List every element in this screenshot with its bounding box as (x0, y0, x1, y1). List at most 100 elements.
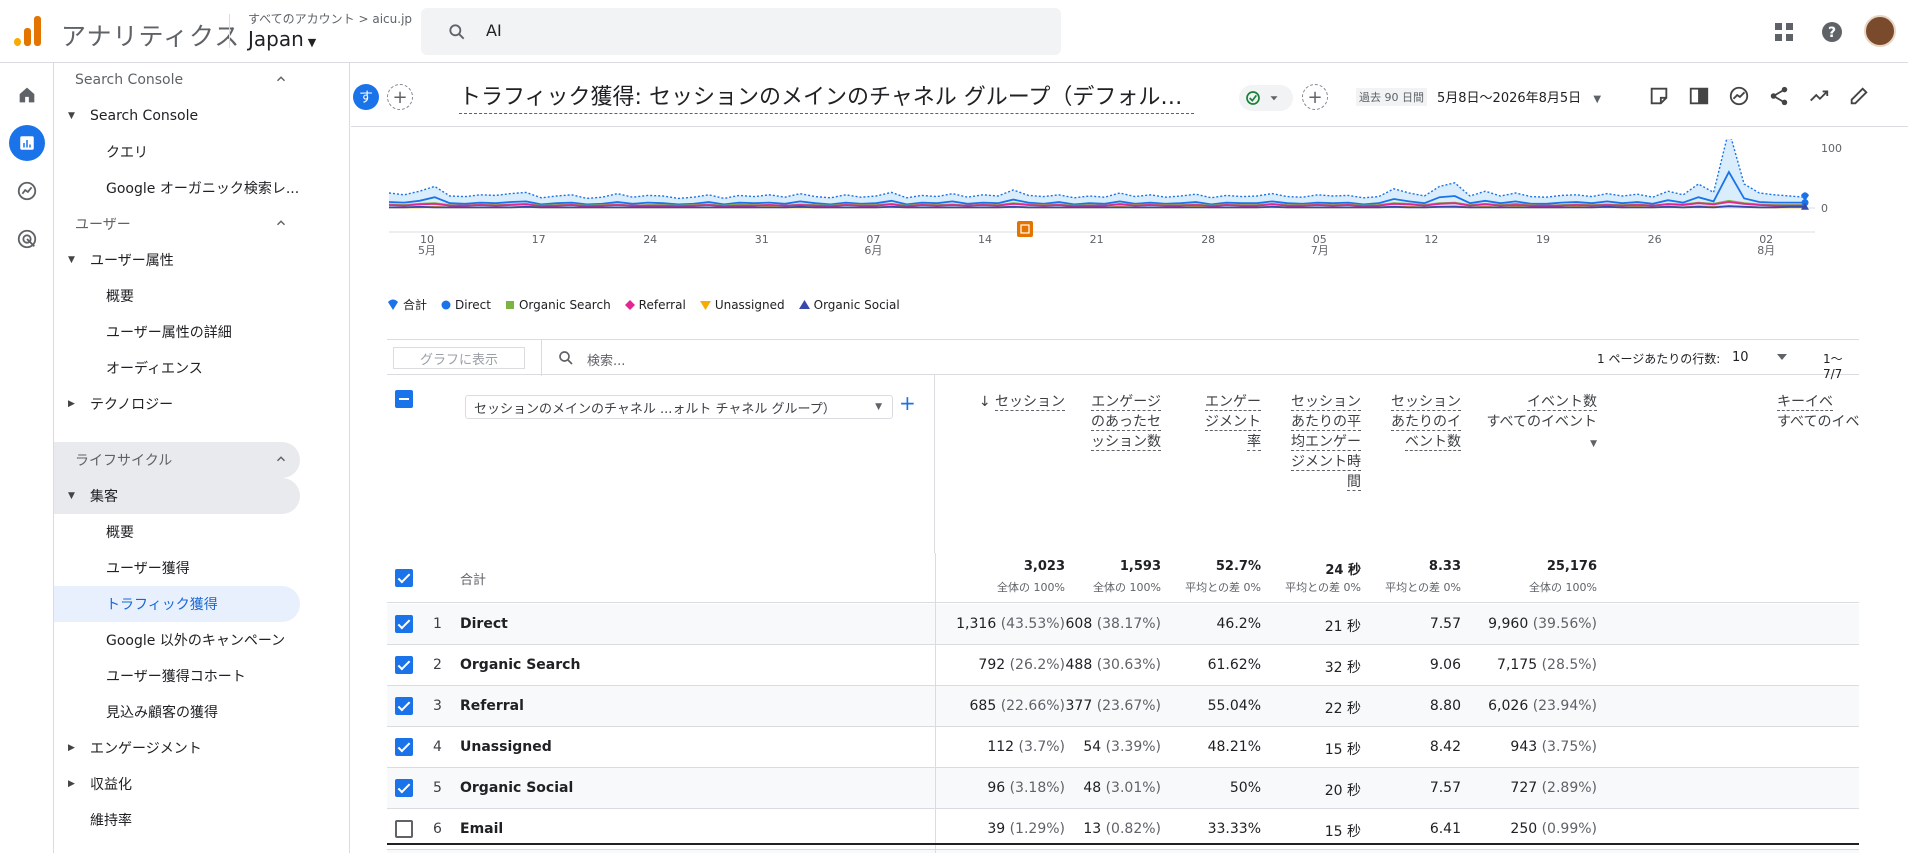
legend-item[interactable]: Organic Search (505, 296, 611, 313)
add-filter-button[interactable]: + (1302, 84, 1328, 110)
cell-value: 48.21% (1207, 739, 1261, 755)
edit-pencil-icon[interactable] (1848, 85, 1870, 107)
search-input[interactable]: AI (486, 21, 502, 40)
total-events: 25,176 (1546, 559, 1597, 574)
event-filter-select[interactable]: すべてのイベ (1777, 414, 1859, 430)
cell-percent: (23.67%) (1096, 698, 1161, 714)
comparison-chip[interactable]: す (353, 84, 379, 110)
property-selector[interactable]: Japan ▼ (248, 27, 316, 51)
row-channel-name[interactable]: Organic Social (460, 780, 573, 796)
row-channel-name[interactable]: Email (460, 821, 503, 837)
caret-down-icon[interactable] (1777, 354, 1787, 362)
home-icon[interactable] (9, 77, 45, 113)
nav-item-acquisition[interactable]: ▼ 集客 (54, 478, 300, 514)
col-header-events-per-session[interactable]: セッション あたりのイ ベント数 (1377, 392, 1461, 452)
report-status-dropdown[interactable] (1239, 85, 1293, 111)
nav-item-user-acquisition[interactable]: ユーザー獲得 (54, 550, 300, 586)
share-icon[interactable] (1768, 85, 1790, 107)
row-epers: 8.80 (1367, 698, 1461, 714)
nav-item-technology[interactable]: ▶ テクノロジー (54, 386, 300, 422)
compare-columns-icon[interactable] (1688, 85, 1710, 107)
y-tick-label: 100 (1821, 142, 1842, 155)
legend-item[interactable]: 合計 (387, 296, 427, 313)
row-checkbox[interactable] (395, 779, 413, 797)
nav-item-acq-overview[interactable]: 概要 (54, 514, 300, 550)
nav-item-retention[interactable]: 維持率 (54, 802, 300, 838)
legend-item[interactable]: Unassigned (699, 296, 785, 313)
totals-checkbox[interactable] (395, 569, 413, 587)
row-checkbox[interactable] (395, 738, 413, 756)
analytics-logo[interactable] (14, 16, 42, 46)
row-channel-name[interactable]: Direct (460, 616, 508, 632)
row-checkbox[interactable] (395, 615, 413, 633)
dimension-select[interactable]: セッションのメインのチャネル ...ォルト チャネル グループ） ▼ (465, 395, 893, 419)
nav-section-user[interactable]: ユーザー (54, 206, 300, 242)
nav-item-queries[interactable]: クエリ (54, 134, 300, 170)
nav-item-lead-acquisition[interactable]: 見込み顧客の獲得 (54, 694, 300, 730)
col-header-engagement-rate[interactable]: エンゲー ジメント率 (1177, 392, 1261, 452)
legend-item[interactable]: Referral (624, 296, 686, 313)
cell-value: 22 秒 (1324, 701, 1361, 717)
insights-icon[interactable] (1728, 85, 1750, 107)
row-events: 9,960 (39.56%) (1467, 616, 1597, 632)
help-icon[interactable]: ? (1820, 20, 1844, 44)
nav-item-overview[interactable]: 概要 (54, 278, 300, 314)
legend-item[interactable]: Direct (441, 296, 491, 313)
legend-item[interactable]: Organic Social (798, 296, 900, 313)
nav-item-user-attr-details[interactable]: ユーザー属性の詳細 (54, 314, 300, 350)
col-header-label: セッション (995, 394, 1065, 411)
table-row[interactable]: 4 Unassigned 112 (3.7%) 54 (3.39%) 48.21% 15 … (387, 727, 1859, 768)
nav-label: Google 以外のキャンペーン (106, 633, 286, 649)
plot-rows-button[interactable]: グラフに表示 (393, 347, 525, 369)
row-checkbox[interactable] (395, 820, 413, 838)
trend-icon[interactable] (1808, 85, 1830, 107)
row-time: 32 秒 (1267, 657, 1361, 677)
legend-marker-icon (798, 299, 810, 310)
table-row[interactable]: 3 Referral 685 (22.66%) 377 (23.67%) 55.04% 2… (387, 686, 1859, 727)
date-range-selector[interactable]: 5月8日～2026年8月5日 ▼ (1437, 87, 1601, 106)
expanded-triangle-icon: ▼ (68, 111, 75, 121)
col-header-engaged-sessions[interactable]: エンゲージ のあったセ ッション数 (1077, 392, 1161, 452)
x-tick-month: 5月 (418, 244, 436, 257)
avatar[interactable] (1864, 15, 1896, 47)
nav-section-search-console[interactable]: Search Console (54, 63, 300, 98)
add-comparison-button[interactable]: + (387, 84, 413, 110)
col-header-sessions[interactable]: ↓ セッション (953, 392, 1065, 412)
col-header-event-count[interactable]: イベント数 すべてのイベント ▼ (1477, 392, 1597, 454)
nav-item-google-organic[interactable]: Google オーガニック検索レ... (54, 170, 300, 206)
nav-item-user-acq-cohort[interactable]: ユーザー獲得コホート (54, 658, 300, 694)
table-row[interactable]: 2 Organic Search 792 (26.2%) 488 (30.63%) 61… (387, 645, 1859, 686)
row-channel-name[interactable]: Referral (460, 698, 524, 714)
col-header-key-events[interactable]: キーイベ すべてのイベ (1777, 392, 1859, 432)
nav-item-monetization[interactable]: ▶ 収益化 (54, 766, 300, 802)
nav-item-audiences[interactable]: オーディエンス (54, 350, 300, 386)
nav-item-traffic-acquisition[interactable]: トラフィック獲得 (54, 586, 300, 622)
add-dimension-button[interactable]: + (899, 391, 916, 415)
nav-item-search-console[interactable]: ▼ Search Console (54, 98, 300, 134)
search-bar[interactable]: AI (421, 8, 1061, 55)
event-filter-select[interactable]: すべてのイベント (1487, 414, 1597, 430)
table-row[interactable]: 5 Organic Social 96 (3.18%) 48 (3.01%) 50% 20… (387, 768, 1859, 809)
advertising-icon[interactable] (9, 221, 45, 257)
table-row[interactable]: 1 Direct 1,316 (43.53%) 608 (38.17%) 46.2% 21… (387, 604, 1859, 645)
select-all-checkbox[interactable] (395, 390, 413, 408)
nav-item-non-google-campaigns[interactable]: Google 以外のキャンペーン (54, 622, 300, 658)
nav-item-user-attributes[interactable]: ▼ ユーザー属性 (54, 242, 300, 278)
nav-item-engagement[interactable]: ▶ エンゲージメント (54, 730, 300, 766)
apps-grid-icon[interactable] (1772, 20, 1796, 44)
row-checkbox[interactable] (395, 656, 413, 674)
legend-label: Unassigned (714, 297, 785, 312)
row-channel-name[interactable]: Organic Search (460, 657, 580, 673)
rows-per-page-select[interactable]: 10 (1732, 350, 1749, 365)
note-icon[interactable] (1648, 85, 1670, 107)
row-channel-name[interactable]: Unassigned (460, 739, 552, 755)
nav-section-lifecycle[interactable]: ライフサイクル (54, 442, 300, 478)
col-header-avg-engagement-time[interactable]: セッション あたりの平 均エンゲー ジメント時間 (1277, 392, 1361, 492)
report-title[interactable]: トラフィック獲得: セッションのメインのチャネル グループ（デフォルト チャネル… (459, 79, 1194, 114)
explore-icon[interactable] (9, 173, 45, 209)
chart-legend: 合計 Direct Organic Search Referral Unassigned… (387, 296, 900, 313)
account-breadcrumb[interactable]: すべてのアカウント > aicu.jp (248, 10, 412, 27)
row-checkbox[interactable] (395, 697, 413, 715)
table-search-input[interactable]: 検索... (587, 350, 625, 369)
reports-icon[interactable] (9, 125, 45, 161)
